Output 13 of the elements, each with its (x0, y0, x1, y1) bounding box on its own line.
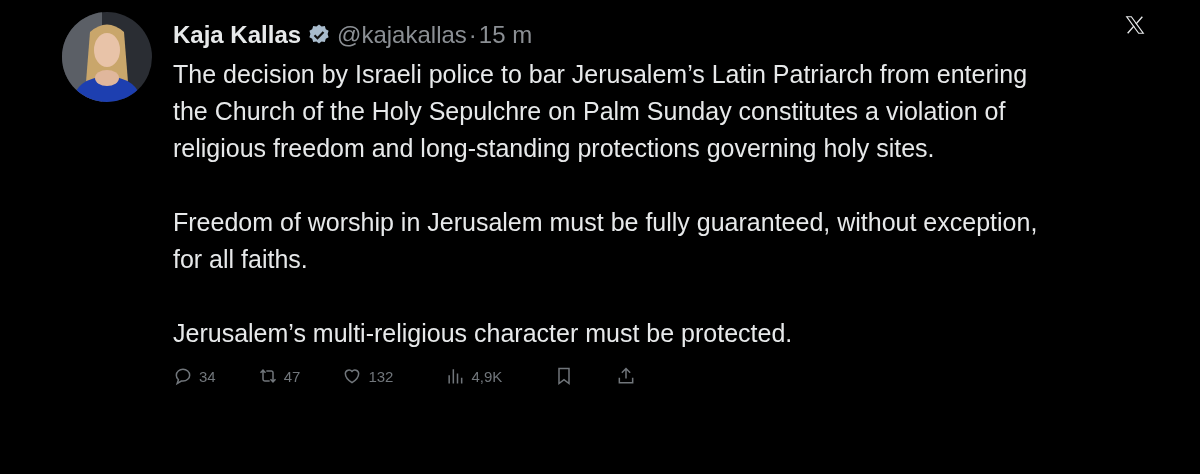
post-time[interactable]: 15 m (478, 21, 533, 49)
views-button[interactable]: 4,9K (445, 366, 503, 386)
author-name[interactable]: Kaja Kallas (173, 21, 302, 49)
post-paragraph: Jerusalem’s multi-religious character must be protected. (173, 318, 794, 349)
reply-button[interactable]: 34 (173, 366, 216, 386)
post-paragraph: Freedom of worship in Jerusalem must be fully guaranteed, without exception, for all faiths. (173, 207, 1039, 275)
post-paragraph: The decision by Israeli police to bar Jerusalem’s Latin Patriarch from entering the Church of the Holy Sepulchre on Palm Sunday constitutes a violation of religious freedom and long-standing protections governing holy sites. (173, 59, 1029, 164)
separator: · (468, 21, 477, 49)
cross-logo-icon[interactable] (1124, 14, 1146, 36)
repost-button[interactable]: 47 (257, 366, 301, 386)
like-button[interactable]: 132 (342, 366, 394, 386)
author-handle[interactable]: @kajakallas (337, 21, 467, 49)
speech-bubble-icon (173, 366, 193, 386)
